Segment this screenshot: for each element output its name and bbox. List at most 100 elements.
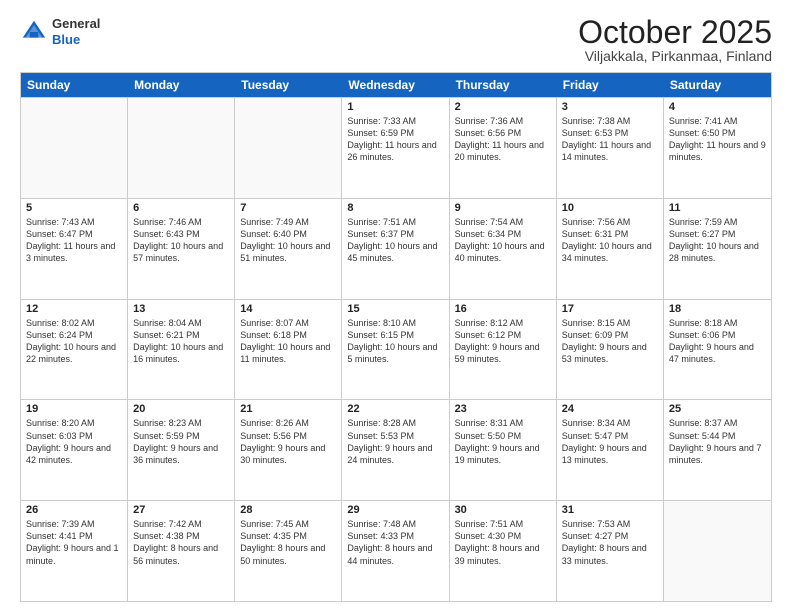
day-number: 16 <box>455 303 551 315</box>
calendar-empty-cell <box>128 98 235 198</box>
calendar-day-15: 15Sunrise: 8:10 AM Sunset: 6:15 PM Dayli… <box>342 300 449 400</box>
day-info: Sunrise: 7:42 AM Sunset: 4:38 PM Dayligh… <box>133 518 229 567</box>
calendar-day-26: 26Sunrise: 7:39 AM Sunset: 4:41 PM Dayli… <box>21 501 128 601</box>
day-number: 3 <box>562 101 658 113</box>
day-number: 9 <box>455 202 551 214</box>
weekday-header: Sunday <box>21 73 128 97</box>
calendar-day-2: 2 Sunrise: 7:36 AM Sunset: 6:56 PM Daylig… <box>450 98 557 198</box>
day-info: Sunrise: 7:45 AM Sunset: 4:35 PM Dayligh… <box>240 518 336 567</box>
day-number: 4 <box>669 101 766 113</box>
day-info: Sunrise: 8:20 AM Sunset: 6:03 PM Dayligh… <box>26 417 122 466</box>
calendar-day-6: 6 Sunrise: 7:46 AM Sunset: 6:43 PM Daylig… <box>128 199 235 299</box>
calendar-day-27: 27Sunrise: 7:42 AM Sunset: 4:38 PM Dayli… <box>128 501 235 601</box>
calendar-day-16: 16 Sunrise: 8:12 AM Sunset: 6:12 PM Dayli… <box>450 300 557 400</box>
calendar-day-28: 28 Sunrise: 7:45 AM Sunset: 4:35 PM Dayli… <box>235 501 342 601</box>
day-number: 8 <box>347 202 443 214</box>
calendar-day-3: 3 Sunrise: 7:38 AM Sunset: 6:53 PM Daylig… <box>557 98 664 198</box>
calendar-day-24: 24Sunrise: 8:34 AM Sunset: 5:47 PM Dayli… <box>557 400 664 500</box>
day-number: 29 <box>347 504 443 516</box>
day-info: Sunrise: 8:28 AM Sunset: 5:53 PM Dayligh… <box>347 417 443 466</box>
calendar-empty-cell <box>664 501 771 601</box>
calendar-day-7: 7Sunrise: 7:49 AM Sunset: 6:40 PM Daylig… <box>235 199 342 299</box>
calendar-day-20: 20 Sunrise: 8:23 AM Sunset: 5:59 PM Dayli… <box>128 400 235 500</box>
day-number: 20 <box>133 403 229 415</box>
day-number: 15 <box>347 303 443 315</box>
weekday-header: Friday <box>557 73 664 97</box>
calendar-day-22: 22 Sunrise: 8:28 AM Sunset: 5:53 PM Dayli… <box>342 400 449 500</box>
day-info: Sunrise: 8:23 AM Sunset: 5:59 PM Dayligh… <box>133 417 229 466</box>
calendar-empty-cell <box>235 98 342 198</box>
day-number: 13 <box>133 303 229 315</box>
day-number: 5 <box>26 202 122 214</box>
day-number: 1 <box>347 101 443 113</box>
calendar-empty-cell <box>21 98 128 198</box>
calendar-day-21: 21 Sunrise: 8:26 AM Sunset: 5:56 PM Dayli… <box>235 400 342 500</box>
day-info: Sunrise: 7:51 AM Sunset: 6:37 PM Dayligh… <box>347 216 443 265</box>
calendar-day-1: 1 Sunrise: 7:33 AM Sunset: 6:59 PM Daylig… <box>342 98 449 198</box>
day-info: Sunrise: 7:36 AM Sunset: 6:56 PM Dayligh… <box>455 115 551 164</box>
day-info: Sunrise: 7:33 AM Sunset: 6:59 PM Dayligh… <box>347 115 443 164</box>
day-info: Sunrise: 8:31 AM Sunset: 5:50 PM Dayligh… <box>455 417 551 466</box>
calendar-header: SundayMondayTuesdayWednesdayThursdayFrid… <box>21 73 771 97</box>
day-info: Sunrise: 8:07 AM Sunset: 6:18 PM Dayligh… <box>240 317 336 366</box>
calendar-day-14: 14Sunrise: 8:07 AM Sunset: 6:18 PM Dayli… <box>235 300 342 400</box>
location: Viljakkala, Pirkanmaa, Finland <box>578 48 772 64</box>
page: General Blue October 2025 Viljakkala, Pi… <box>0 0 792 612</box>
day-number: 2 <box>455 101 551 113</box>
calendar-row: 12Sunrise: 8:02 AM Sunset: 6:24 PM Dayli… <box>21 299 771 400</box>
day-info: Sunrise: 7:38 AM Sunset: 6:53 PM Dayligh… <box>562 115 658 164</box>
day-info: Sunrise: 8:12 AM Sunset: 6:12 PM Dayligh… <box>455 317 551 366</box>
day-info: Sunrise: 7:46 AM Sunset: 6:43 PM Dayligh… <box>133 216 229 265</box>
day-info: Sunrise: 7:49 AM Sunset: 6:40 PM Dayligh… <box>240 216 336 265</box>
day-info: Sunrise: 7:59 AM Sunset: 6:27 PM Dayligh… <box>669 216 766 265</box>
weekday-header: Saturday <box>664 73 771 97</box>
calendar-day-5: 5 Sunrise: 7:43 AM Sunset: 6:47 PM Daylig… <box>21 199 128 299</box>
day-number: 17 <box>562 303 658 315</box>
calendar-row: 5 Sunrise: 7:43 AM Sunset: 6:47 PM Daylig… <box>21 198 771 299</box>
weekday-header: Thursday <box>450 73 557 97</box>
calendar-day-12: 12Sunrise: 8:02 AM Sunset: 6:24 PM Dayli… <box>21 300 128 400</box>
calendar-day-19: 19 Sunrise: 8:20 AM Sunset: 6:03 PM Dayli… <box>21 400 128 500</box>
logo-icon <box>20 18 48 46</box>
calendar-day-8: 8 Sunrise: 7:51 AM Sunset: 6:37 PM Daylig… <box>342 199 449 299</box>
day-number: 21 <box>240 403 336 415</box>
day-number: 31 <box>562 504 658 516</box>
day-number: 10 <box>562 202 658 214</box>
day-info: Sunrise: 7:51 AM Sunset: 4:30 PM Dayligh… <box>455 518 551 567</box>
day-number: 6 <box>133 202 229 214</box>
day-number: 19 <box>26 403 122 415</box>
calendar-day-23: 23 Sunrise: 8:31 AM Sunset: 5:50 PM Dayli… <box>450 400 557 500</box>
calendar-day-30: 30 Sunrise: 7:51 AM Sunset: 4:30 PM Dayli… <box>450 501 557 601</box>
weekday-header: Wednesday <box>342 73 449 97</box>
day-number: 28 <box>240 504 336 516</box>
day-info: Sunrise: 7:39 AM Sunset: 4:41 PM Dayligh… <box>26 518 122 567</box>
calendar-row: 1 Sunrise: 7:33 AM Sunset: 6:59 PM Daylig… <box>21 97 771 198</box>
day-info: Sunrise: 8:04 AM Sunset: 6:21 PM Dayligh… <box>133 317 229 366</box>
day-info: Sunrise: 8:34 AM Sunset: 5:47 PM Dayligh… <box>562 417 658 466</box>
day-info: Sunrise: 7:54 AM Sunset: 6:34 PM Dayligh… <box>455 216 551 265</box>
calendar-day-9: 9 Sunrise: 7:54 AM Sunset: 6:34 PM Daylig… <box>450 199 557 299</box>
calendar-row: 26Sunrise: 7:39 AM Sunset: 4:41 PM Dayli… <box>21 500 771 601</box>
day-info: Sunrise: 8:26 AM Sunset: 5:56 PM Dayligh… <box>240 417 336 466</box>
calendar-body: 1 Sunrise: 7:33 AM Sunset: 6:59 PM Daylig… <box>21 97 771 601</box>
calendar-day-25: 25Sunrise: 8:37 AM Sunset: 5:44 PM Dayli… <box>664 400 771 500</box>
day-number: 11 <box>669 202 766 214</box>
header: General Blue October 2025 Viljakkala, Pi… <box>20 16 772 64</box>
day-number: 22 <box>347 403 443 415</box>
calendar-day-31: 31 Sunrise: 7:53 AM Sunset: 4:27 PM Dayli… <box>557 501 664 601</box>
title-block: October 2025 Viljakkala, Pirkanmaa, Finl… <box>578 16 772 64</box>
calendar-day-13: 13 Sunrise: 8:04 AM Sunset: 6:21 PM Dayli… <box>128 300 235 400</box>
day-info: Sunrise: 7:53 AM Sunset: 4:27 PM Dayligh… <box>562 518 658 567</box>
logo-general: General <box>52 16 100 32</box>
day-number: 18 <box>669 303 766 315</box>
day-info: Sunrise: 7:41 AM Sunset: 6:50 PM Dayligh… <box>669 115 766 164</box>
day-info: Sunrise: 7:43 AM Sunset: 6:47 PM Dayligh… <box>26 216 122 265</box>
day-info: Sunrise: 8:02 AM Sunset: 6:24 PM Dayligh… <box>26 317 122 366</box>
day-info: Sunrise: 7:56 AM Sunset: 6:31 PM Dayligh… <box>562 216 658 265</box>
day-number: 23 <box>455 403 551 415</box>
calendar-day-4: 4 Sunrise: 7:41 AM Sunset: 6:50 PM Daylig… <box>664 98 771 198</box>
calendar: SundayMondayTuesdayWednesdayThursdayFrid… <box>20 72 772 602</box>
day-number: 25 <box>669 403 766 415</box>
calendar-day-17: 17Sunrise: 8:15 AM Sunset: 6:09 PM Dayli… <box>557 300 664 400</box>
day-number: 30 <box>455 504 551 516</box>
